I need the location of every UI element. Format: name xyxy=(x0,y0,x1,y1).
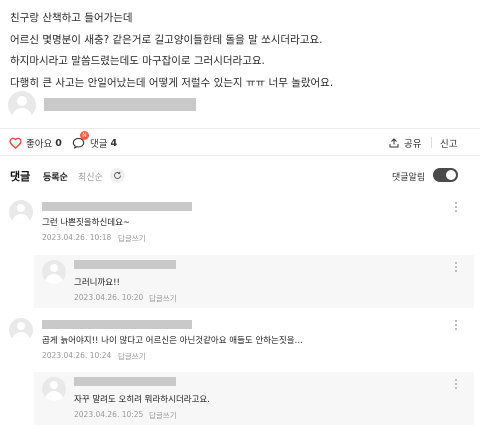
commenter-name-redacted xyxy=(74,377,176,386)
share-label: 공유 xyxy=(404,139,422,150)
like-label: 좋아요 xyxy=(26,139,53,150)
comment-date: 2023.04.26. 10:25 xyxy=(74,410,144,419)
commenter-name-redacted xyxy=(74,260,176,269)
comment-button[interactable]: N 댓글 4 xyxy=(72,131,118,151)
divider xyxy=(431,137,432,148)
share-button[interactable]: 공유 xyxy=(388,135,421,151)
post-line: 어르신 몇명분이 새충? 같은거로 길고양이들한테 돌을 말 쏘시더라고요. xyxy=(10,33,323,46)
commenter-name-redacted xyxy=(42,202,192,211)
sort-registered-tab[interactable]: 등록순 xyxy=(43,170,68,183)
new-badge: N xyxy=(80,131,89,140)
sort-latest-tab[interactable]: 최신순 xyxy=(78,170,103,183)
comment-text: 그러니까요!! xyxy=(74,278,120,288)
comment-date: 2023.04.26. 10:18 xyxy=(42,233,112,242)
post-line: 친구랑 산책하고 들어가는데 xyxy=(10,12,133,24)
reply-item: 그러니까요!! 2023.04.26. 10:20 답글쓰기 xyxy=(0,258,470,306)
comment-label: 댓글 xyxy=(90,139,108,150)
refresh-button[interactable] xyxy=(110,168,125,183)
more-options-icon[interactable] xyxy=(454,262,458,276)
comments-header: 댓글 등록순 최신순 댓글알림 xyxy=(0,165,480,187)
reply-button[interactable]: 답글쓰기 xyxy=(149,293,177,304)
avatar[interactable] xyxy=(42,260,66,284)
commenter-name-redacted xyxy=(42,320,192,329)
avatar[interactable] xyxy=(9,318,33,342)
reply-button[interactable]: 답글쓰기 xyxy=(149,410,177,421)
like-button[interactable]: 좋아요 0 xyxy=(9,135,62,151)
comment-alarm-label: 댓글알림 xyxy=(392,173,426,183)
reply-item: 자꾸 말려도 오히려 뭐라하시더라고요. 2023.04.26. 10:25 답… xyxy=(0,375,470,423)
more-options-icon[interactable] xyxy=(454,320,458,334)
reply-button[interactable]: 답글쓰기 xyxy=(118,351,146,362)
report-label: 신고 xyxy=(440,139,458,150)
like-count: 0 xyxy=(55,137,62,149)
author-profile[interactable] xyxy=(8,91,468,121)
avatar[interactable] xyxy=(42,377,66,401)
avatar[interactable] xyxy=(9,200,33,224)
comment-text: 자꾸 말려도 오히려 뭐라하시더라고요. xyxy=(74,395,210,405)
post-action-bar: 좋아요 0 N 댓글 4 공유 신고 xyxy=(0,128,480,156)
comment-alarm-toggle[interactable] xyxy=(433,168,458,182)
comments-title: 댓글 xyxy=(10,170,31,183)
post-body: 친구랑 산책하고 들어가는데 어르신 몇명분이 새충? 같은거로 길고양이들한테… xyxy=(10,8,470,94)
reply-button[interactable]: 답글쓰기 xyxy=(118,233,146,244)
more-options-icon[interactable] xyxy=(454,202,458,216)
comment-icon-wrap: N xyxy=(72,131,89,149)
comment-text: 그런 나쁜짓을하신데요~ xyxy=(42,218,131,228)
comment-item: 곱게 늙어야지!! 나이 많다고 어르신은 아닌것같아요 애들도 안하는짓을… … xyxy=(0,318,470,366)
more-options-icon[interactable] xyxy=(454,379,458,393)
share-icon xyxy=(389,138,399,148)
comment-text: 곱게 늙어야지!! 나이 많다고 어르신은 아닌것같아요 애들도 안하는짓을… xyxy=(42,336,304,346)
comment-item: 그런 나쁜짓을하신데요~ 2023.04.26. 10:18 답글쓰기 xyxy=(0,200,470,248)
heart-icon xyxy=(9,137,22,149)
comment-date: 2023.04.26. 10:24 xyxy=(42,351,112,360)
refresh-icon xyxy=(114,171,121,179)
comment-date: 2023.04.26. 10:20 xyxy=(74,293,144,302)
avatar[interactable] xyxy=(8,91,36,119)
author-name-redacted xyxy=(44,98,196,111)
report-button[interactable]: 신고 xyxy=(440,135,457,151)
post-line: 하지마시라고 말씀드렸는데도 마구잡이로 그러시더라고요. xyxy=(10,55,265,67)
comment-count: 4 xyxy=(110,137,118,149)
